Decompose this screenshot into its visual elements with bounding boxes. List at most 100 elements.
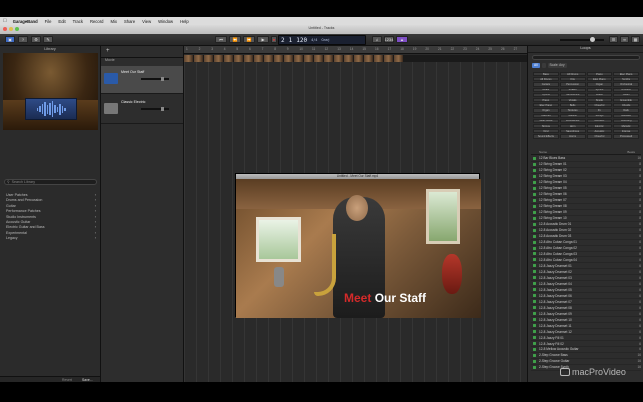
count-in-button[interactable]: 1234: [384, 36, 394, 43]
menu-share[interactable]: Share: [124, 19, 135, 24]
tuner-button[interactable]: ♫: [372, 36, 382, 43]
timeline-ruler[interactable]: 1 2 3 4 5 6 7 8 9 10 11 12 13 14 15 16 17 18 19 20 21 22 23 24 2…: [184, 46, 527, 54]
keyword-button[interactable]: Percussion: [559, 82, 586, 87]
master-volume-slider[interactable]: [560, 37, 604, 42]
keyword-button[interactable]: Processed: [613, 134, 639, 139]
go-to-beginning-button[interactable]: ⏮: [215, 36, 227, 43]
keyword-button[interactable]: Single: [586, 97, 613, 103]
add-track-icon[interactable]: +: [106, 48, 110, 54]
apple-menu[interactable]: : [3, 18, 7, 24]
library-button[interactable]: ▣: [5, 36, 15, 43]
keyword-button[interactable]: Chords: [613, 103, 639, 108]
keyword-button[interactable]: Slide Guitar: [533, 118, 559, 123]
keyword-button[interactable]: Organ: [586, 82, 613, 87]
keyword-button[interactable]: Electric: [586, 123, 613, 129]
keyword-button[interactable]: Woodwinds: [559, 118, 586, 123]
keyword-button[interactable]: Ambient: [613, 87, 639, 92]
help-button[interactable]: ?: [18, 36, 28, 43]
loops-browser-button[interactable]: ∞: [620, 36, 629, 43]
smart-controls-button[interactable]: ⚙: [31, 36, 41, 43]
keyword-button[interactable]: Horn: [559, 123, 586, 129]
menu-help[interactable]: Help: [180, 19, 189, 24]
keyword-button[interactable]: Strings: [586, 113, 613, 118]
keyword-button[interactable]: Sound Effects: [533, 134, 559, 139]
keyword-button[interactable]: Cheerful: [586, 134, 613, 139]
lcd-display[interactable]: 2 1 120 4/4 Cmaj: [278, 35, 366, 45]
menu-garageband[interactable]: GarageBand: [13, 19, 38, 24]
library-search-input[interactable]: ⚲ Search Library: [4, 179, 97, 185]
keyword-button[interactable]: Ensemble: [613, 97, 639, 103]
menu-record[interactable]: Record: [90, 19, 104, 24]
keyword-button[interactable]: Elec Piano: [586, 77, 613, 82]
keyword-button[interactable]: Organ: [533, 108, 559, 113]
menu-file[interactable]: File: [45, 19, 52, 24]
keyword-button[interactable]: Elec Piano: [533, 103, 559, 108]
keyword-button[interactable]: Synths: [586, 87, 613, 92]
loops-tab[interactable]: [541, 63, 546, 68]
metronome-button[interactable]: ▲: [396, 36, 408, 43]
keyword-button[interactable]: Piano: [586, 72, 613, 77]
menu-mix[interactable]: Mix: [110, 19, 117, 24]
track-name[interactable]: Classic Electric: [121, 100, 145, 104]
keyword-button[interactable]: All Drums: [533, 77, 559, 82]
keyword-button[interactable]: Strings: [533, 123, 559, 129]
keyword-button[interactable]: Fx: [586, 108, 613, 113]
keyword-button[interactable]: Bells: [559, 103, 586, 108]
keyword-button[interactable]: Clavinet: [533, 113, 559, 118]
keyword-button[interactable]: Bass: [533, 72, 559, 77]
column-beats[interactable]: Beats: [627, 150, 635, 154]
track-header[interactable]: Meet Our Staff: [101, 66, 183, 94]
keyword-button[interactable]: All Drums: [559, 72, 586, 77]
menu-track[interactable]: Track: [73, 19, 83, 24]
loops-tab[interactable]: Scale: Any: [547, 63, 567, 68]
loops-search-input[interactable]: [532, 55, 640, 60]
rewind-button[interactable]: ⏪: [229, 36, 241, 43]
track-volume-slider[interactable]: [141, 77, 169, 81]
media-browser-button[interactable]: ▦: [631, 36, 640, 43]
keyword-button[interactable]: Shaker: [559, 87, 586, 92]
keyword-button[interactable]: Mallets: [559, 113, 586, 118]
keyword-button[interactable]: Brass: [586, 92, 613, 98]
menu-view[interactable]: View: [142, 19, 151, 24]
revert-button[interactable]: Revert: [62, 378, 72, 382]
keyword-button[interactable]: Acoustic: [586, 129, 613, 134]
loops-tab[interactable]: All: [532, 63, 540, 68]
keyword-button[interactable]: Clean: [613, 92, 639, 98]
keyword-button[interactable]: Textures: [559, 108, 586, 113]
menu-window[interactable]: Window: [158, 19, 173, 24]
editors-button[interactable]: ✎: [43, 36, 53, 43]
keyword-button[interactable]: Cheerful: [586, 103, 613, 108]
keyword-button[interactable]: Grooving: [613, 118, 639, 123]
keyword-button[interactable]: Relaxed: [613, 113, 639, 118]
save-button[interactable]: Save...: [82, 378, 93, 382]
record-button[interactable]: ●: [271, 36, 277, 43]
keyword-button[interactable]: Piano: [533, 97, 559, 103]
keyword-button[interactable]: Melodic: [613, 123, 639, 129]
keyword-button[interactable]: Beats: [533, 87, 559, 92]
column-name[interactable]: Name: [539, 150, 547, 154]
keyword-button[interactable]: Horns: [559, 134, 586, 139]
keyword-button[interactable]: Acoustic: [586, 118, 613, 123]
notepad-button[interactable]: ☰: [609, 36, 618, 43]
keyword-button[interactable]: Kits: [559, 77, 586, 82]
forward-button[interactable]: ⏩: [243, 36, 255, 43]
track-volume-slider[interactable]: [141, 107, 169, 111]
keyword-button[interactable]: Orchestral: [613, 82, 639, 87]
keyword-button[interactable]: Saxophone: [559, 129, 586, 134]
keyword-button[interactable]: Synths: [533, 92, 559, 98]
track-header[interactable]: Classic Electric: [101, 96, 183, 124]
menu-edit[interactable]: Edit: [58, 19, 65, 24]
movie-viewer-window[interactable]: Untitled - Meet Our Staff.mp4 Meet Our S…: [235, 173, 481, 318]
keyword-button[interactable]: Tambourine: [559, 92, 586, 98]
keyword-button[interactable]: Elec Piano: [613, 72, 639, 77]
keyword-button[interactable]: Vinyl: [533, 129, 559, 134]
track-name[interactable]: Meet Our Staff: [121, 70, 144, 74]
keyword-button[interactable]: Dark: [613, 108, 639, 113]
keyword-button[interactable]: Intense: [613, 129, 639, 134]
keyword-button[interactable]: Vocals: [559, 97, 586, 103]
ruler-tick: 10: [299, 47, 303, 51]
keyword-button[interactable]: Guitars: [533, 82, 559, 87]
library-category[interactable]: Legacy ›: [6, 236, 96, 241]
keyword-button[interactable]: Synths: [613, 77, 639, 82]
play-button[interactable]: ▶: [257, 36, 269, 43]
